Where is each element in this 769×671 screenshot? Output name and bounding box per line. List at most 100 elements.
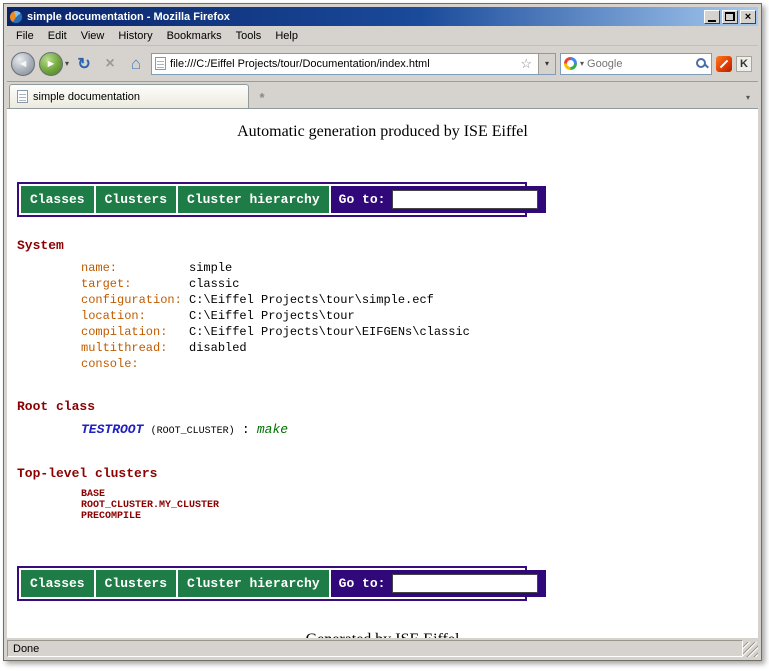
menu-help[interactable]: Help xyxy=(268,27,305,45)
google-logo-icon xyxy=(564,57,577,70)
window-title: simple documentation - Mozilla Firefox xyxy=(27,11,700,23)
menu-history[interactable]: History xyxy=(111,27,159,45)
search-box: ▾ xyxy=(560,53,712,75)
property-key: configuration: xyxy=(81,292,189,308)
root-separator: : xyxy=(242,422,250,437)
resize-grip[interactable] xyxy=(743,642,758,657)
goto-label: Go to: xyxy=(339,192,386,207)
addon-k-icon[interactable]: K xyxy=(736,56,752,72)
cluster-list: BASE ROOT_CLUSTER.MY_CLUSTER PRECOMPILE xyxy=(7,489,758,522)
property-key: multithread: xyxy=(81,340,189,356)
system-row-compilation: compilation:C:\Eiffel Projects\tour\EIFG… xyxy=(7,324,758,340)
system-row-location: location:C:\Eiffel Projects\tour xyxy=(7,308,758,324)
cluster-hierarchy-button[interactable]: Cluster hierarchy xyxy=(178,186,329,213)
status-text: Done xyxy=(7,640,743,657)
property-value: simple xyxy=(189,261,232,275)
menu-bookmarks[interactable]: Bookmarks xyxy=(160,27,229,45)
doc-navbar-top: Classes Clusters Cluster hierarchy Go to… xyxy=(17,182,527,217)
restore-icon xyxy=(725,12,735,21)
restore-button[interactable] xyxy=(722,10,738,24)
doc-navbar-bottom: Classes Clusters Cluster hierarchy Go to… xyxy=(17,566,527,601)
cluster-link-root-cluster[interactable]: ROOT_CLUSTER.MY_CLUSTER xyxy=(7,500,758,511)
close-button[interactable]: × xyxy=(740,10,756,24)
root-class-heading: Root class xyxy=(17,399,758,414)
goto-label: Go to: xyxy=(339,576,386,591)
generated-by-text: -- Generated by ISE Eiffel -- xyxy=(7,630,758,638)
page-title: Automatic generation produced by ISE Eif… xyxy=(7,123,758,141)
menu-file[interactable]: File xyxy=(9,27,41,45)
tab-bar: simple documentation * ▾ xyxy=(7,82,758,109)
system-heading: System xyxy=(17,238,758,253)
forward-button[interactable]: ► xyxy=(39,52,63,76)
new-tab-button[interactable]: * xyxy=(253,87,271,107)
minimize-icon xyxy=(708,20,716,22)
clusters-button[interactable]: Clusters xyxy=(96,186,176,213)
classes-button[interactable]: Classes xyxy=(21,186,94,213)
tab-simple-documentation[interactable]: simple documentation xyxy=(9,84,249,108)
forward-icon: ► xyxy=(46,58,57,70)
url-bar: ☆ ▾ xyxy=(151,53,556,75)
system-row-console: console: xyxy=(7,356,758,372)
home-button[interactable]: ⌂ xyxy=(125,53,147,75)
property-key: target: xyxy=(81,276,189,292)
search-engine-dropdown[interactable]: ▾ xyxy=(580,59,584,68)
back-icon: ◄ xyxy=(18,58,29,70)
minimize-button[interactable] xyxy=(704,10,720,24)
reload-icon: ↻ xyxy=(77,54,90,74)
search-input[interactable] xyxy=(587,58,692,70)
cluster-link-precompile[interactable]: PRECOMPILE xyxy=(7,511,758,522)
menu-view[interactable]: View xyxy=(74,27,112,45)
goto-cell: Go to: xyxy=(331,186,547,213)
stop-icon: × xyxy=(105,55,114,73)
back-button[interactable]: ◄ xyxy=(11,52,35,76)
home-icon: ⌂ xyxy=(131,54,141,74)
reload-button[interactable]: ↻ xyxy=(73,53,95,75)
goto-input[interactable] xyxy=(392,190,538,209)
root-cluster-ref: (ROOT_CLUSTER) xyxy=(151,426,235,437)
property-value: C:\Eiffel Projects\tour\simple.ecf xyxy=(189,293,434,307)
system-row-configuration: configuration:C:\Eiffel Projects\tour\si… xyxy=(7,292,758,308)
url-input[interactable] xyxy=(170,58,514,70)
browser-window: simple documentation - Mozilla Firefox ×… xyxy=(3,3,762,661)
window-controls: × xyxy=(704,10,756,24)
status-bar: Done xyxy=(7,638,758,657)
clusters-button[interactable]: Clusters xyxy=(96,570,176,597)
bookmark-star-icon[interactable]: ☆ xyxy=(518,56,534,72)
property-key: location: xyxy=(81,308,189,324)
tab-label: simple documentation xyxy=(33,91,140,103)
property-value: C:\Eiffel Projects\tour xyxy=(189,309,355,323)
top-clusters-heading: Top-level clusters xyxy=(17,466,758,481)
cluster-hierarchy-button[interactable]: Cluster hierarchy xyxy=(178,570,329,597)
search-icon[interactable] xyxy=(695,57,708,70)
firefox-icon xyxy=(9,10,23,24)
system-row-multithread: multithread:disabled xyxy=(7,340,758,356)
dropdown-icon: ▾ xyxy=(545,59,549,68)
tab-favicon xyxy=(17,90,28,103)
menu-tools[interactable]: Tools xyxy=(229,27,269,45)
close-icon: × xyxy=(745,11,751,23)
goto-cell: Go to: xyxy=(331,570,547,597)
forward-dropdown-button[interactable]: ▾ xyxy=(65,59,69,68)
property-key: console: xyxy=(81,356,189,372)
site-favicon xyxy=(155,57,166,70)
system-row-name: name:simple xyxy=(7,260,758,276)
page-content: Automatic generation produced by ISE Eif… xyxy=(7,109,758,638)
property-value: disabled xyxy=(189,341,247,355)
cluster-link-base[interactable]: BASE xyxy=(7,489,758,500)
creation-procedure-link[interactable]: make xyxy=(257,422,288,437)
classes-button[interactable]: Classes xyxy=(21,570,94,597)
property-key: compilation: xyxy=(81,324,189,340)
system-row-target: target:classic xyxy=(7,276,758,292)
titlebar[interactable]: simple documentation - Mozilla Firefox × xyxy=(7,7,758,26)
list-all-tabs-button[interactable]: ▾ xyxy=(740,87,756,107)
stop-button[interactable]: × xyxy=(99,53,121,75)
menu-edit[interactable]: Edit xyxy=(41,27,74,45)
property-key: name: xyxy=(81,260,189,276)
page-footer: -- Generated by ISE Eiffel -- For more d… xyxy=(7,630,758,638)
url-history-dropdown[interactable]: ▾ xyxy=(538,54,555,74)
addon-icon[interactable] xyxy=(716,56,732,72)
goto-input[interactable] xyxy=(392,574,538,593)
root-class-line: TESTROOT (ROOT_CLUSTER) : make xyxy=(7,422,758,440)
root-class-link[interactable]: TESTROOT xyxy=(81,422,143,437)
property-value: classic xyxy=(189,277,239,291)
